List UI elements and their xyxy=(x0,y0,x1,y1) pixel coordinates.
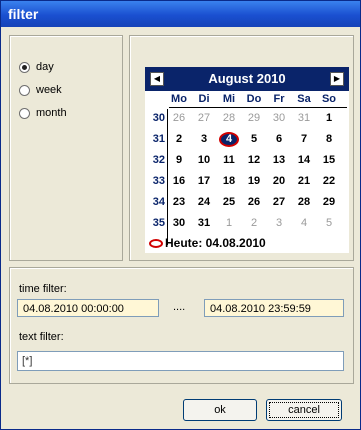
calendar-day[interactable]: 1 xyxy=(219,216,239,231)
calendar-day[interactable]: 12 xyxy=(244,153,264,168)
calendar-day[interactable]: 26 xyxy=(244,195,264,210)
calendar-day[interactable]: 23 xyxy=(169,195,189,210)
calendar-day[interactable]: 25 xyxy=(219,195,239,210)
radio-week[interactable]: week xyxy=(19,82,62,98)
calendar-day[interactable]: 26 xyxy=(169,111,189,126)
calendar-day[interactable]: 17 xyxy=(194,174,214,189)
calendar-day[interactable]: 30 xyxy=(269,111,289,126)
calendar-header: August 2010 xyxy=(145,67,349,91)
window-title: filter xyxy=(8,6,39,22)
calendar-day[interactable]: 3 xyxy=(269,216,289,231)
radio-button-icon[interactable] xyxy=(19,107,30,119)
time-to-field[interactable]: 04.08.2010 23:59:59 xyxy=(204,299,344,317)
calendar-day[interactable]: 19 xyxy=(244,174,264,189)
calendar-day[interactable]: 10 xyxy=(194,153,214,168)
text-filter-input[interactable]: [*] xyxy=(17,351,344,371)
calendar-day[interactable]: 22 xyxy=(319,174,339,189)
weekday-header: So xyxy=(321,93,337,105)
calendar-day[interactable]: 20 xyxy=(269,174,289,189)
weekday-header: Mi xyxy=(222,93,236,105)
week-number: 30 xyxy=(152,112,165,124)
calendar-day[interactable]: 27 xyxy=(194,111,214,126)
calendar-day[interactable]: 27 xyxy=(269,195,289,210)
radio-label: month xyxy=(36,107,67,119)
calendar-day[interactable]: 6 xyxy=(269,132,289,147)
calendar-day[interactable]: 29 xyxy=(244,111,264,126)
calendar-day[interactable]: 2 xyxy=(169,132,189,147)
radio-day[interactable]: day xyxy=(19,59,54,75)
week-number: 33 xyxy=(152,175,165,187)
calendar-day[interactable]: 1 xyxy=(319,111,339,126)
weekday-divider xyxy=(169,107,347,108)
radio-label: day xyxy=(36,61,54,73)
weekday-header: Di xyxy=(198,93,210,105)
calendar-day[interactable]: 8 xyxy=(319,132,339,147)
calendar-day[interactable]: 5 xyxy=(244,132,264,147)
cancel-button[interactable]: cancel xyxy=(266,399,342,421)
weekday-header: Sa xyxy=(297,93,311,105)
month-label: August 2010 xyxy=(208,71,286,86)
week-number-divider xyxy=(167,109,168,245)
ok-button[interactable]: ok xyxy=(183,399,257,421)
week-number: 35 xyxy=(152,217,165,229)
calendar-day[interactable]: 13 xyxy=(269,153,289,168)
calendar-day[interactable]: 18 xyxy=(219,174,239,189)
text-filter-label: text filter: xyxy=(19,331,64,343)
calendar-day[interactable]: 28 xyxy=(219,111,239,126)
next-month-icon[interactable]: ▶ xyxy=(330,72,344,86)
calendar-day[interactable]: 29 xyxy=(319,195,339,210)
radio-label: week xyxy=(36,84,62,96)
calendar-day[interactable]: 14 xyxy=(294,153,314,168)
radio-button-icon[interactable] xyxy=(19,84,30,96)
calendar-day[interactable]: 9 xyxy=(169,153,189,168)
calendar-day[interactable]: 24 xyxy=(194,195,214,210)
week-number: 34 xyxy=(152,196,165,208)
calendar-day[interactable]: 28 xyxy=(294,195,314,210)
calendar-day[interactable]: 31 xyxy=(194,216,214,231)
weekday-header: Mo xyxy=(171,93,187,105)
calendar-day[interactable]: 21 xyxy=(294,174,314,189)
calendar-day[interactable]: 15 xyxy=(319,153,339,168)
calendar-day[interactable]: 3 xyxy=(194,132,214,147)
calendar-day[interactable]: 16 xyxy=(169,174,189,189)
time-filter-label: time filter: xyxy=(19,283,67,295)
week-number: 31 xyxy=(152,133,165,145)
calendar-day[interactable]: 30 xyxy=(169,216,189,231)
calendar-day[interactable]: 31 xyxy=(294,111,314,126)
weekday-header: Do xyxy=(246,93,262,105)
time-range-separator: .... xyxy=(173,301,186,313)
calendar-day[interactable]: 7 xyxy=(294,132,314,147)
calendar-day-selected[interactable]: 4 xyxy=(219,132,239,147)
filter-dialog: filter day week month August 2010 ◀ ▶ Heut… xyxy=(0,0,361,430)
calendar-day[interactable]: 2 xyxy=(244,216,264,231)
today-link[interactable]: Heute: 04.08.2010 xyxy=(149,235,266,251)
today-ring-icon xyxy=(149,239,163,249)
month-calendar: August 2010 ◀ ▶ Heute: 04.08.2010 Mo Di Mi… xyxy=(145,67,349,253)
time-from-field[interactable]: 04.08.2010 00:00:00 xyxy=(17,299,159,317)
week-number: 32 xyxy=(152,154,165,166)
radio-button-icon[interactable] xyxy=(19,61,30,73)
prev-month-icon[interactable]: ◀ xyxy=(150,72,164,86)
radio-month[interactable]: month xyxy=(19,105,67,121)
calendar-day[interactable]: 5 xyxy=(319,216,339,231)
title-bar: filter xyxy=(1,1,360,27)
today-label: Heute: 04.08.2010 xyxy=(165,236,266,250)
weekday-header: Fr xyxy=(273,93,285,105)
calendar-day[interactable]: 11 xyxy=(219,153,239,168)
calendar-day[interactable]: 4 xyxy=(294,216,314,231)
